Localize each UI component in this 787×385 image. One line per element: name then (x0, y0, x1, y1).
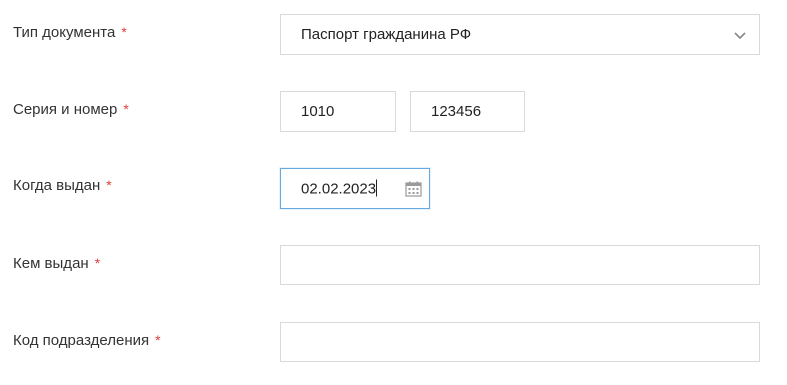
doc-type-label: Тип документа * (13, 23, 127, 42)
division-code-label-text: Код подразделения (13, 332, 150, 349)
issued-by-input[interactable] (280, 245, 760, 285)
issue-date-value-wrap: 02.02.2023 (301, 179, 378, 198)
issue-date-label: Когда выдан * (13, 176, 112, 195)
issued-by-label: Кем выдан * (13, 254, 100, 273)
doc-type-select[interactable]: Паспорт гражданина РФ (280, 14, 760, 55)
required-mark: * (123, 101, 129, 117)
chevron-down-icon (734, 31, 746, 39)
division-code-input[interactable] (280, 322, 760, 362)
series-number-label: Серия и номер * (13, 100, 129, 119)
division-code-label: Код подразделения * (13, 331, 161, 350)
number-value: 123456 (431, 102, 482, 120)
required-mark: * (155, 332, 161, 348)
issued-by-label-text: Кем выдан (13, 255, 89, 272)
series-input[interactable]: 1010 (280, 91, 396, 132)
doc-type-label-text: Тип документа (13, 24, 116, 41)
issue-date-value: 02.02.2023 (301, 180, 377, 197)
issue-date-label-text: Когда выдан (13, 177, 101, 194)
series-number-label-text: Серия и номер (13, 101, 118, 118)
text-caret (376, 179, 378, 196)
calendar-icon[interactable] (405, 181, 422, 197)
series-value: 1010 (301, 102, 335, 120)
issue-date-input[interactable]: 02.02.2023 (280, 168, 430, 209)
doc-type-value: Паспорт гражданина РФ (301, 25, 472, 43)
required-mark: * (94, 255, 101, 271)
number-input[interactable]: 123456 (410, 91, 525, 132)
required-mark: * (121, 24, 127, 40)
required-mark: * (106, 177, 112, 193)
